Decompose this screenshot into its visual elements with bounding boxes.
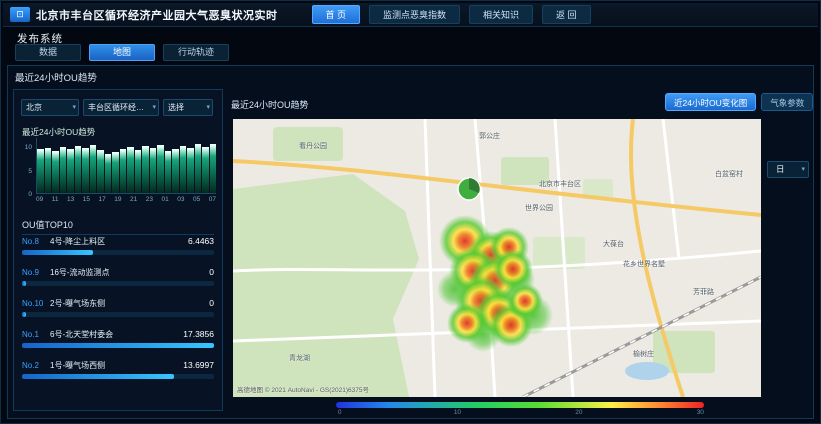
filter-selects: 北京 ▾ 丰台区循环经济产 ▾ 选择 ▾ bbox=[21, 99, 213, 116]
progress-fill bbox=[22, 281, 26, 286]
progress-track bbox=[22, 374, 214, 379]
ou-value: 0 bbox=[209, 267, 214, 277]
map-attribution: 高德地图 © 2021 AutoNavi - GS(2021)6375号 bbox=[237, 384, 369, 394]
app-logo-icon: ⊡ bbox=[10, 7, 30, 22]
map-label: 花乡世界名墅 bbox=[623, 259, 665, 269]
station-name: 6号-北天堂村委会 bbox=[50, 329, 179, 340]
rank-label: No.10 bbox=[22, 299, 50, 308]
progress-track bbox=[22, 343, 214, 348]
rank-label: No.9 bbox=[22, 268, 50, 277]
map-panel-title: 最近24小时OU趋势 bbox=[231, 98, 309, 111]
main-panel-title: 最近24小时OU趋势 bbox=[15, 70, 97, 84]
trend-y-axis: 1050 bbox=[22, 138, 34, 194]
progress-track bbox=[22, 250, 214, 255]
ou-value: 17.3856 bbox=[183, 329, 214, 339]
main-nav: 首 页 监测点恶臭指数 相关知识 返 回 bbox=[312, 5, 591, 24]
station-name: 1号-曝气场西侧 bbox=[50, 360, 179, 371]
station-select-value: 选择 bbox=[168, 103, 184, 112]
map-buttons: 近24小时OU变化图 气象参数 bbox=[665, 93, 813, 111]
progress-fill bbox=[22, 312, 26, 317]
station-name: 2号-曝气场东侧 bbox=[50, 298, 205, 309]
rank-label: No.1 bbox=[22, 330, 50, 339]
chevron-down-icon: ▾ bbox=[801, 162, 805, 177]
legend-tick: 0 bbox=[338, 409, 342, 416]
legend-tick: 20 bbox=[575, 409, 582, 416]
district-select-value: 丰台区循环经济产 bbox=[88, 103, 152, 112]
map-label: 世界公园 bbox=[525, 203, 553, 213]
map-label: 榆树庄 bbox=[633, 349, 654, 359]
app-title: 北京市丰台区循环经济产业园大气恶臭状况实时 bbox=[36, 7, 278, 23]
city-select-value: 北京 bbox=[26, 103, 42, 112]
nav-item-knowledge[interactable]: 相关知识 bbox=[469, 5, 533, 24]
chevron-down-icon: ▾ bbox=[152, 100, 156, 115]
map-label: 芳菲路 bbox=[693, 287, 714, 297]
nav-item-back[interactable]: 返 回 bbox=[542, 5, 591, 24]
tab-track[interactable]: 行动轨迹 bbox=[163, 44, 229, 61]
map-label: 北京市丰台区 bbox=[539, 179, 581, 189]
ou-change-chart-button[interactable]: 近24小时OU变化图 bbox=[665, 93, 756, 111]
ou-value: 13.6997 bbox=[183, 360, 214, 370]
nav-item-home[interactable]: 首 页 bbox=[312, 5, 361, 24]
map-label: 看丹公园 bbox=[299, 141, 327, 151]
tab-data[interactable]: 数据 bbox=[15, 44, 81, 61]
legend-tick: 10 bbox=[454, 409, 461, 416]
map-label: 郭公庄 bbox=[479, 131, 500, 141]
heat-legend-ticks: 0 10 20 30 bbox=[336, 409, 704, 419]
map-canvas bbox=[233, 119, 761, 397]
top-bar: ⊡ 北京市丰台区循环经济产业园大气恶臭状况实时 首 页 监测点恶臭指数 相关知识… bbox=[3, 3, 818, 27]
trend-chart-title: 最近24小时OU趋势 bbox=[22, 126, 95, 138]
period-select-value: 日 bbox=[776, 164, 785, 174]
progress-track bbox=[22, 281, 214, 286]
station-name: 4号-降尘上料区 bbox=[50, 236, 184, 247]
pie-marker bbox=[458, 178, 480, 200]
chevron-down-icon: ▾ bbox=[206, 100, 210, 115]
station-name: 16号-流动监测点 bbox=[50, 267, 205, 278]
heatmap-map[interactable]: 看丹公园 郭公庄 世界公园 北京市丰台区 白盆窑村 大葆台 花乡世界名墅 芳菲路… bbox=[233, 119, 761, 397]
period-select[interactable]: 日 ▾ bbox=[767, 161, 809, 178]
top10-item: No.2 1号-曝气场西侧 13.6997 bbox=[22, 360, 214, 379]
top10-title: OU值TOP10 bbox=[22, 218, 214, 235]
trend-chart: 1050 091113151719212301030507 bbox=[22, 138, 216, 210]
trend-x-axis: 091113151719212301030507 bbox=[36, 196, 216, 203]
trend-bars bbox=[36, 138, 216, 194]
nav-item-station-index[interactable]: 监测点恶臭指数 bbox=[369, 5, 460, 24]
progress-fill bbox=[22, 343, 214, 348]
heat-legend-gradient bbox=[336, 402, 704, 408]
chevron-down-icon: ▾ bbox=[72, 100, 76, 115]
rank-label: No.8 bbox=[22, 237, 50, 246]
tab-map[interactable]: 地图 bbox=[89, 44, 155, 61]
progress-fill bbox=[22, 250, 93, 255]
progress-track bbox=[22, 312, 214, 317]
map-label: 大葆台 bbox=[603, 239, 624, 249]
city-select[interactable]: 北京 ▾ bbox=[21, 99, 79, 116]
station-select[interactable]: 选择 ▾ bbox=[163, 99, 213, 116]
map-label: 白盆窑村 bbox=[715, 169, 743, 179]
view-tabs: 数据 地图 行动轨迹 bbox=[15, 44, 229, 61]
district-select[interactable]: 丰台区循环经济产 ▾ bbox=[83, 99, 159, 116]
progress-fill bbox=[22, 374, 174, 379]
top10-item: No.9 16号-流动监测点 0 bbox=[22, 267, 214, 286]
top10-item: No.10 2号-曝气场东侧 0 bbox=[22, 298, 214, 317]
map-label: 青龙湖 bbox=[289, 353, 310, 363]
top10-item: No.8 4号-降尘上料区 6.4463 bbox=[22, 236, 214, 255]
legend-tick: 30 bbox=[697, 409, 704, 416]
ou-value: 0 bbox=[209, 298, 214, 308]
rank-label: No.2 bbox=[22, 361, 50, 370]
ou-value: 6.4463 bbox=[188, 236, 214, 246]
left-panel: 北京 ▾ 丰台区循环经济产 ▾ 选择 ▾ 最近24小时OU趋势 1050 091… bbox=[13, 89, 223, 411]
weather-params-button[interactable]: 气象参数 bbox=[761, 93, 813, 111]
top10-list: No.8 4号-降尘上料区 6.4463 No.9 16号-流动监测点 0 No… bbox=[22, 236, 214, 391]
top10-item: No.1 6号-北天堂村委会 17.3856 bbox=[22, 329, 214, 348]
